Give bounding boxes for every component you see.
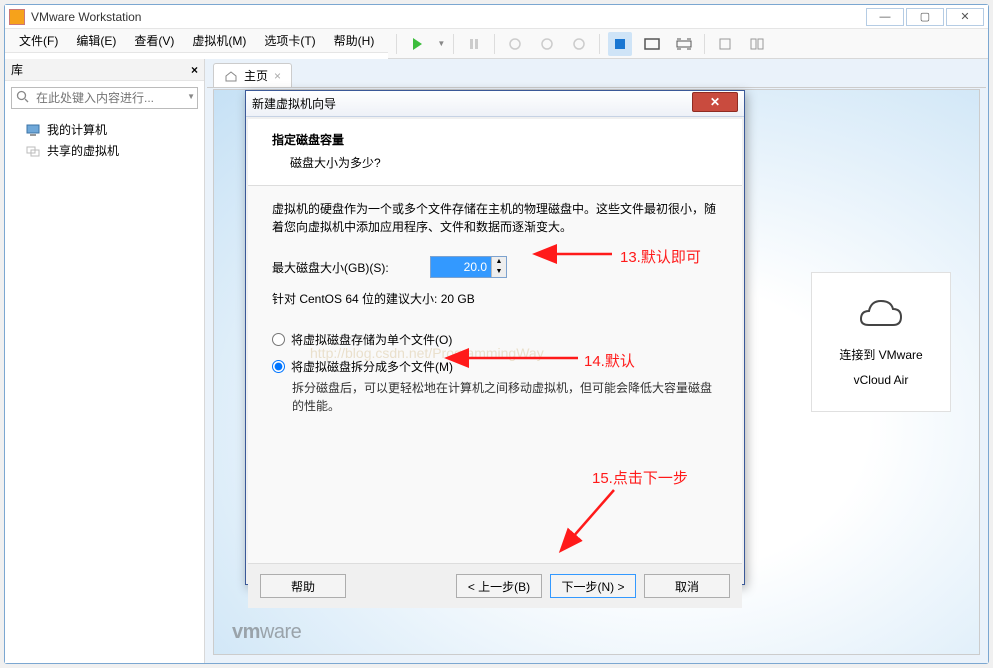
cloud-icon (857, 297, 905, 336)
new-vm-wizard-dialog: 新建虚拟机向导 ✕ 指定磁盘容量 磁盘大小为多少? 虚拟机的硬盘作为一个或多个文… (245, 90, 745, 585)
menu-help[interactable]: 帮助(H) (326, 29, 383, 52)
manage-button[interactable] (567, 32, 591, 56)
radio-multi-description: 拆分磁盘后，可以更轻松地在计算机之间移动虚拟机，但可能会降低大容量磁盘的性能。 (272, 379, 718, 415)
menubar: 文件(F) 编辑(E) 查看(V) 虚拟机(M) 选项卡(T) 帮助(H) (5, 29, 388, 53)
disk-split-radiogroup: 将虚拟磁盘存储为单个文件(O) 将虚拟磁盘拆分成多个文件(M) 拆分磁盘后，可以… (272, 331, 718, 415)
shared-icon (25, 144, 41, 158)
tree: 我的计算机 共享的虚拟机 (5, 115, 204, 165)
vmware-icon (9, 9, 25, 25)
dialog-subheading: 磁盘大小为多少? (272, 154, 718, 171)
home-icon (224, 70, 238, 82)
power-on-button[interactable] (405, 32, 429, 56)
vmware-logo: vmware (232, 621, 301, 644)
view-button[interactable] (608, 32, 632, 56)
window-title: VMware Workstation (31, 10, 866, 24)
radio-multi-file[interactable]: 将虚拟磁盘拆分成多个文件(M) (272, 358, 718, 375)
library-button[interactable] (745, 32, 769, 56)
separator (396, 34, 397, 54)
fullscreen-button[interactable] (640, 32, 664, 56)
vcloud-text1: 连接到 VMware (839, 346, 922, 363)
play-icon (413, 38, 422, 50)
spin-up-icon[interactable]: ▲ (492, 257, 506, 267)
dropdown-icon[interactable]: ▼ (437, 39, 445, 48)
revert-button[interactable] (535, 32, 559, 56)
vcloud-text2: vCloud Air (854, 373, 909, 387)
tab-home[interactable]: 主页 × (213, 63, 292, 87)
unity-button[interactable] (672, 32, 696, 56)
menu-view[interactable]: 查看(V) (126, 29, 182, 52)
maximize-button[interactable]: ▢ (906, 8, 944, 26)
recommended-size-label: 针对 CentOS 64 位的建议大小: 20 GB (272, 290, 718, 307)
radio-multi-input[interactable] (272, 360, 285, 373)
close-button[interactable]: ✕ (946, 8, 984, 26)
separator (453, 34, 454, 54)
sidebar-close-icon[interactable]: × (191, 63, 198, 77)
tab-label: 主页 (244, 67, 268, 84)
thumbnail-button[interactable] (713, 32, 737, 56)
toolbar: ▼ (388, 29, 988, 59)
search-dropdown-icon[interactable]: ▼ (187, 92, 195, 101)
tree-item-my-computer[interactable]: 我的计算机 (5, 119, 204, 140)
spin-down-icon[interactable]: ▼ (492, 267, 506, 277)
disk-size-input[interactable] (431, 257, 491, 277)
menu-file[interactable]: 文件(F) (11, 29, 66, 52)
menu-vm[interactable]: 虚拟机(M) (184, 29, 254, 52)
menu-tabs[interactable]: 选项卡(T) (256, 29, 323, 52)
vcloud-card[interactable]: 连接到 VMware vCloud Air (811, 272, 951, 412)
separator (494, 34, 495, 54)
minimize-button[interactable]: — (866, 8, 904, 26)
menu-edit[interactable]: 编辑(E) (68, 29, 124, 52)
help-button[interactable]: 帮助 (260, 574, 346, 598)
radio-single-input[interactable] (272, 333, 285, 346)
computer-icon (25, 123, 41, 137)
dialog-description: 虚拟机的硬盘作为一个或多个文件存储在主机的物理磁盘中。这些文件最初很小，随着您向… (272, 200, 718, 236)
disk-size-spinbox[interactable]: ▲ ▼ (430, 256, 507, 278)
snapshot-button[interactable] (503, 32, 527, 56)
tree-item-label: 共享的虚拟机 (47, 142, 119, 159)
radio-single-file[interactable]: 将虚拟磁盘存储为单个文件(O) (272, 331, 718, 348)
suspend-button[interactable] (462, 32, 486, 56)
disk-size-label: 最大磁盘大小(GB)(S): (272, 259, 422, 276)
separator (599, 34, 600, 54)
sidebar-title: 库 (11, 61, 23, 78)
tab-close-icon[interactable]: × (274, 69, 281, 83)
back-button[interactable]: < 上一步(B) (456, 574, 542, 598)
search-input[interactable] (11, 87, 198, 109)
next-button[interactable]: 下一步(N) > (550, 574, 636, 598)
tree-item-label: 我的计算机 (47, 121, 107, 138)
radio-multi-label: 将虚拟磁盘拆分成多个文件(M) (291, 358, 453, 375)
dialog-heading: 指定磁盘容量 (272, 131, 718, 148)
dialog-title: 新建虚拟机向导 (252, 95, 692, 112)
view-icon (615, 39, 625, 49)
titlebar: VMware Workstation — ▢ ✕ (5, 5, 988, 29)
dialog-close-button[interactable]: ✕ (692, 92, 738, 112)
search-icon (16, 90, 30, 104)
dialog-titlebar: 新建虚拟机向导 ✕ (246, 91, 744, 117)
cancel-button[interactable]: 取消 (644, 574, 730, 598)
radio-single-label: 将虚拟磁盘存储为单个文件(O) (291, 331, 452, 348)
tree-item-shared-vms[interactable]: 共享的虚拟机 (5, 140, 204, 161)
sidebar: 库 × ▼ 我的计算机 共享的虚拟机 (5, 59, 205, 663)
separator (704, 34, 705, 54)
